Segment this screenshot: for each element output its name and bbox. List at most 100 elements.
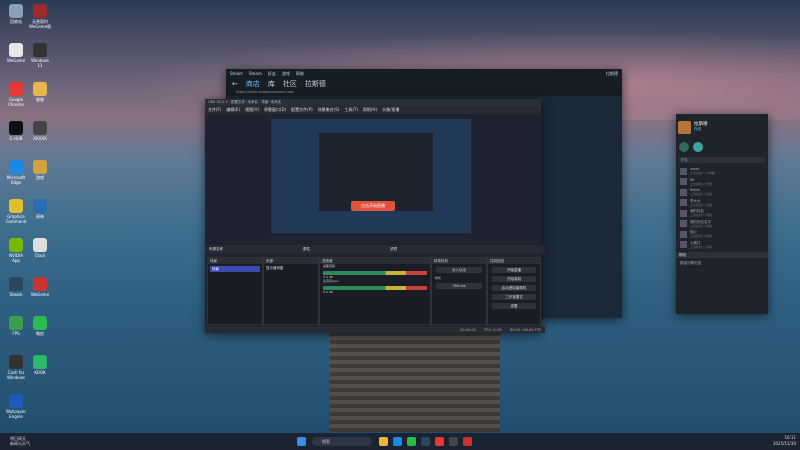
mixer-track-desktop: 桌面音频 xyxy=(323,264,336,268)
steam-menu-3[interactable]: 游戏 xyxy=(282,71,290,77)
desktop-icon-label: WeGame xyxy=(30,292,50,297)
desktop-icon[interactable]: Wallpaper Engine xyxy=(0,394,34,419)
taskbar-search[interactable]: 搜索 xyxy=(312,437,372,446)
transition-select[interactable]: 淡入淡出 xyxy=(436,267,482,273)
app-icon xyxy=(9,355,23,369)
controls-dock: 控制按钮 开始直播 开始录制 启动虚拟摄像机 工作室模式 设置 xyxy=(487,257,541,325)
friend-sub: 上次在线 1 周前 xyxy=(690,213,712,218)
friend-avatar xyxy=(680,178,687,186)
desktop-icon[interactable]: 游戏 xyxy=(22,160,58,180)
desktop-icon[interactable]: 微信 xyxy=(22,316,58,336)
menu-profile[interactable]: 配置文件(P) xyxy=(291,107,313,113)
friend-row[interactable]: Ralph 上次在线 3 天前 xyxy=(676,187,768,198)
back-icon[interactable]: ← xyxy=(232,80,238,88)
obs-icon[interactable] xyxy=(448,437,458,446)
obs-menubar: 文件(F) 编辑(E) 视图(V) 停靠窗口(D) 配置文件(P) 场景集合(S… xyxy=(205,106,541,114)
taskbar: 明日雨天 新闻与天气 搜索 16:11 2025/11/30 xyxy=(0,433,800,450)
game-icon[interactable] xyxy=(679,142,689,152)
desktop-icon-label: XXXXX xyxy=(33,136,47,141)
preview-start-button[interactable]: 点击开始直播 xyxy=(351,201,395,211)
start-streaming-button[interactable]: 开始直播 xyxy=(492,267,536,273)
desktop-icon[interactable]: 无畏契约 WeGame版 xyxy=(22,4,58,29)
tab-profile[interactable]: 拉斯德 xyxy=(305,79,326,89)
friend-row[interactable]: 李大大 上次在线 5 天前 xyxy=(676,198,768,209)
app-icon xyxy=(33,316,47,330)
obs-window[interactable]: OBS 30.2.3 - 配置文件: 未命名 - 场景: 未命名 文件(F) 编… xyxy=(205,99,545,333)
desktop-icon[interactable]: Windows 11 xyxy=(22,43,58,68)
tab-community[interactable]: 社区 xyxy=(283,79,297,89)
tab-store[interactable]: 商店 xyxy=(246,79,260,89)
friend-avatar xyxy=(680,241,687,249)
friend-avatar xyxy=(680,199,687,207)
app-icon xyxy=(9,199,23,213)
friend-row[interactable]: Mr 上次在线 2 天前 xyxy=(676,177,768,188)
system-tray[interactable]: 16:11 2025/11/30 xyxy=(773,435,796,447)
settings-button[interactable]: 设置 xyxy=(492,303,536,309)
app-icon xyxy=(33,160,47,174)
wechat-icon[interactable] xyxy=(406,437,416,446)
friends-search[interactable]: 好友 xyxy=(679,157,765,163)
desktop-icon[interactable]: 猫猫 xyxy=(22,82,58,102)
friends-status[interactable]: 在线 xyxy=(694,127,708,132)
wallpaper-pier xyxy=(330,332,500,432)
filters-button[interactable]: 滤镜 xyxy=(390,247,397,252)
wegame-icon[interactable] xyxy=(462,437,472,446)
group-item-label: 群组与聊天室 xyxy=(680,260,701,265)
explorer-icon[interactable] xyxy=(378,437,388,446)
app-icon xyxy=(33,43,47,57)
menu-scene-collection[interactable]: 场景集合(S) xyxy=(318,107,340,113)
news-widget[interactable]: 明日雨天 新闻与天气 xyxy=(10,436,30,446)
menu-account[interactable]: 头像/直播 xyxy=(382,107,399,113)
tab-library[interactable]: 库 xyxy=(268,79,275,89)
friend-sub: 上次在线 1 小时前 xyxy=(690,171,715,176)
friend-row[interactable]: 烛火 上次在线 3 周前 xyxy=(676,229,768,240)
obs-preview[interactable]: 点击开始直播 xyxy=(271,119,471,233)
steam-menu-4[interactable]: 帮助 xyxy=(296,71,304,77)
chrome-icon[interactable] xyxy=(434,437,444,446)
menu-edit[interactable]: 编辑(E) xyxy=(226,107,240,113)
transitions-dock-title: 转场特效 xyxy=(432,258,486,264)
desktop-icon[interactable]: XXXXX xyxy=(22,121,58,141)
desktop-icon[interactable]: WeGame xyxy=(22,277,58,297)
studio-mode-button[interactable]: 工作室模式 xyxy=(492,294,536,300)
menu-help[interactable]: 帮助(H) xyxy=(363,107,377,113)
desktop-icon-label: Clock xyxy=(34,253,46,258)
steam-menu-2[interactable]: 好友 xyxy=(268,71,276,77)
steam-menu-0[interactable]: Steam xyxy=(249,71,262,76)
desktop-icon-label: 猫猫 xyxy=(36,97,44,102)
app-icon xyxy=(33,199,47,213)
menu-view[interactable]: 视图(V) xyxy=(245,107,259,113)
scene-item[interactable]: 场景 xyxy=(210,266,260,272)
properties-button[interactable]: 属性 xyxy=(303,247,310,252)
app-icon xyxy=(33,121,47,135)
source-name-label: 来源名称 xyxy=(209,247,223,251)
desktop-icon[interactable]: 原神 xyxy=(22,199,58,219)
duration-input[interactable]: 300 ms xyxy=(436,283,482,289)
menu-file[interactable]: 文件(F) xyxy=(208,107,221,113)
app-icon xyxy=(9,82,23,96)
scenes-dock: 场景 场景 xyxy=(207,257,263,325)
steam-url: https://store.steampowered.com/ xyxy=(226,90,622,96)
start-icon[interactable] xyxy=(296,437,306,446)
preview-nested-capture xyxy=(319,133,433,211)
avatar[interactable] xyxy=(678,120,691,134)
steam-icon[interactable] xyxy=(420,437,430,446)
source-item[interactable]: 显示器采集 xyxy=(264,264,318,273)
friends-list-window[interactable]: 拉斯德 在线 好友 wood 上次在线 1 小时前 Mr 上次在线 2 天前 Ralph… xyxy=(676,114,768,314)
desktop-icon[interactable]: KOOK xyxy=(22,355,58,375)
edge-icon[interactable] xyxy=(392,437,402,446)
mixer-dock: 混音器 桌面音频 0.0 dB 麦克风/Aux 0.0 dB xyxy=(319,257,431,325)
game-icon-2[interactable] xyxy=(693,142,703,152)
friend-row[interactable]: 我的好友名字 上次在线 2 周前 xyxy=(676,219,768,230)
desktop-icon[interactable]: Clock xyxy=(22,238,58,258)
friend-row[interactable]: wood 上次在线 1 小时前 xyxy=(676,166,768,177)
menu-tools[interactable]: 工具(T) xyxy=(344,107,358,113)
steam-user[interactable]: 拉斯德 xyxy=(606,71,618,77)
obs-title: OBS 30.2.3 - 配置文件: 未命名 - 场景: 未命名 xyxy=(208,100,282,104)
menu-docks[interactable]: 停靠窗口(D) xyxy=(264,107,286,113)
group-item[interactable]: 群组与聊天室 xyxy=(676,258,768,269)
friend-row[interactable]: 我的好友 上次在线 1 周前 xyxy=(676,208,768,219)
friend-row[interactable]: 九尾灯 上次在线 1 月前 xyxy=(676,240,768,251)
virtual-camera-button[interactable]: 启动虚拟摄像机 xyxy=(492,285,536,291)
start-recording-button[interactable]: 开始录制 xyxy=(492,276,536,282)
